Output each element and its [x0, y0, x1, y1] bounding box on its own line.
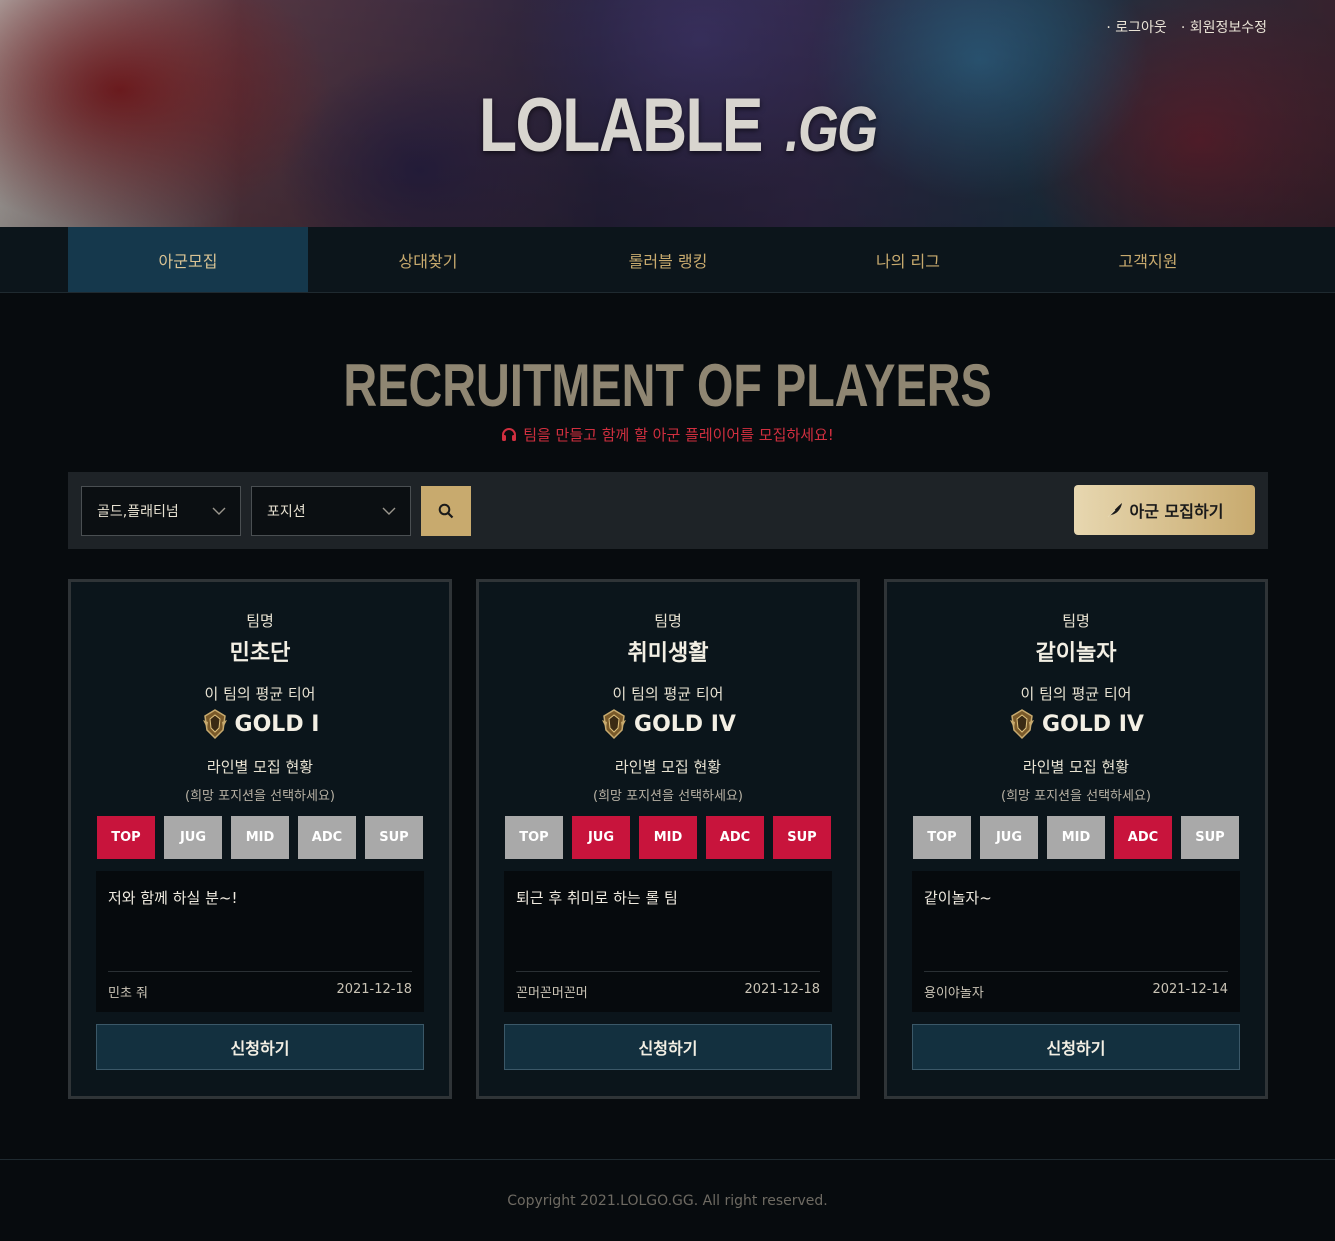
- message-footer: 꼰머꼰머꼰머 2021-12-18: [516, 971, 820, 1001]
- tier-display: GOLD I: [71, 708, 449, 740]
- gold-tier-emblem-icon: [1010, 709, 1035, 740]
- edit-profile-link[interactable]: 회원정보수정: [1181, 17, 1267, 37]
- position-jug-button[interactable]: JUG: [980, 816, 1038, 859]
- copyright-text: Copyright 2021.LOLGO.GG. All right reser…: [507, 1193, 828, 1209]
- nav-item-find-opponent[interactable]: 상대찾기: [308, 227, 548, 292]
- avg-tier-label: 이 팀의 평균 티어: [612, 685, 724, 703]
- gold-tier-emblem-icon: [602, 709, 627, 740]
- team-message: 같이놀자~: [924, 889, 992, 907]
- logo-suffix: .GG: [785, 93, 878, 165]
- lane-hint: (희망 포지션을 선택하세요): [1001, 789, 1151, 804]
- recruit-button[interactable]: 아군 모집하기: [1074, 485, 1255, 535]
- logout-link[interactable]: 로그아웃: [1106, 17, 1167, 37]
- nav-item-my-league[interactable]: 나의 리그: [788, 227, 1028, 292]
- site-logo[interactable]: LOLABLE .GG: [0, 82, 1335, 169]
- chevron-down-icon: [382, 507, 396, 515]
- position-adc-button[interactable]: ADC: [706, 816, 764, 859]
- post-date: 2021-12-18: [336, 982, 412, 997]
- search-button[interactable]: [421, 485, 471, 536]
- lane-hint: (희망 포지션을 선택하세요): [185, 789, 335, 804]
- position-adc-button[interactable]: ADC: [298, 816, 356, 859]
- team-card: 팀명 민초단 이 팀의 평균 티어 GOLD I 라인별 모집 현황 (희망 포…: [68, 579, 452, 1099]
- team-card-list: 팀명 민초단 이 팀의 평균 티어 GOLD I 라인별 모집 현황 (희망 포…: [68, 579, 1268, 1099]
- lane-status-label: 라인별 모집 현황: [1022, 758, 1130, 776]
- tier-display: GOLD IV: [887, 708, 1265, 740]
- tier-display: GOLD IV: [479, 708, 857, 740]
- position-top-button[interactable]: TOP: [505, 816, 563, 859]
- hero-banner: 로그아웃 회원정보수정 LOLABLE .GG: [0, 0, 1335, 227]
- position-mid-button[interactable]: MID: [639, 816, 697, 859]
- apply-button[interactable]: 신청하기: [96, 1024, 424, 1070]
- position-sup-button[interactable]: SUP: [365, 816, 423, 859]
- position-mid-button[interactable]: MID: [231, 816, 289, 859]
- message-box: 같이놀자~ 용이야놀자 2021-12-14: [912, 871, 1240, 1012]
- team-card: 팀명 취미생활 이 팀의 평균 티어 GOLD IV 라인별 모집 현황 (희망…: [476, 579, 860, 1099]
- chevron-down-icon: [212, 507, 226, 515]
- position-adc-button[interactable]: ADC: [1114, 816, 1172, 859]
- team-label: 팀명: [654, 612, 682, 630]
- message-box: 퇴근 후 취미로 하는 롤 팀 꼰머꼰머꼰머 2021-12-18: [504, 871, 832, 1012]
- tier-select-value: 골드,플래티넘: [97, 503, 179, 520]
- author-name: 민초 줘: [108, 986, 149, 1001]
- position-sup-button[interactable]: SUP: [773, 816, 831, 859]
- team-name: 취미생활: [627, 641, 709, 666]
- top-links: 로그아웃 회원정보수정: [1106, 17, 1267, 37]
- footer: Copyright 2021.LOLGO.GG. All right reser…: [0, 1159, 1335, 1241]
- position-sup-button[interactable]: SUP: [1181, 816, 1239, 859]
- nav-item-ranking[interactable]: 롤러블 랭킹: [548, 227, 788, 292]
- lane-status-label: 라인별 모집 현황: [206, 758, 314, 776]
- position-top-button[interactable]: TOP: [97, 816, 155, 859]
- message-box: 저와 함께 하실 분~! 민초 줘 2021-12-18: [96, 871, 424, 1012]
- author-name: 꼰머꼰머꼰머: [516, 986, 588, 1001]
- page-title: RECRUITMENT OF PLAYERS: [343, 352, 992, 419]
- position-select[interactable]: 포지션: [251, 485, 411, 536]
- page-subtitle: 팀을 만들고 함께 할 아군 플레이어를 모집하세요!: [0, 424, 1335, 445]
- avg-tier-label: 이 팀의 평균 티어: [1020, 685, 1132, 703]
- lane-hint: (희망 포지션을 선택하세요): [593, 789, 743, 804]
- nav-item-recruit[interactable]: 아군모집: [68, 227, 308, 292]
- team-label: 팀명: [246, 612, 274, 630]
- tier-text: GOLD I: [234, 711, 320, 737]
- position-buttons: TOP JUG MID ADC SUP: [71, 816, 449, 859]
- feather-icon: [1107, 503, 1122, 518]
- team-message: 퇴근 후 취미로 하는 롤 팀: [516, 889, 678, 907]
- team-card: 팀명 같이놀자 이 팀의 평균 티어 GOLD IV 라인별 모집 현황 (희망…: [884, 579, 1268, 1099]
- gold-tier-emblem-icon: [202, 709, 227, 740]
- subtitle-text: 팀을 만들고 함께 할 아군 플레이어를 모집하세요!: [523, 426, 834, 444]
- recruit-button-label: 아군 모집하기: [1129, 502, 1224, 521]
- tier-select[interactable]: 골드,플래티넘: [81, 485, 241, 536]
- logo-main: LOLABLE: [479, 83, 763, 168]
- position-jug-button[interactable]: JUG: [572, 816, 630, 859]
- message-footer: 용이야놀자 2021-12-14: [924, 971, 1228, 1001]
- filter-bar: 골드,플래티넘 포지션 아군 모집하기: [68, 472, 1268, 549]
- team-message: 저와 함께 하실 분~!: [108, 889, 238, 907]
- post-date: 2021-12-14: [1152, 982, 1228, 997]
- apply-button[interactable]: 신청하기: [504, 1024, 832, 1070]
- search-icon: [438, 503, 454, 518]
- headset-icon: [502, 427, 517, 441]
- message-footer: 민초 줘 2021-12-18: [108, 971, 412, 1001]
- position-jug-button[interactable]: JUG: [164, 816, 222, 859]
- position-top-button[interactable]: TOP: [913, 816, 971, 859]
- team-name: 같이놀자: [1035, 641, 1117, 666]
- tier-text: GOLD IV: [1042, 711, 1144, 737]
- position-buttons: TOP JUG MID ADC SUP: [887, 816, 1265, 859]
- team-name: 민초단: [229, 641, 291, 666]
- tier-text: GOLD IV: [634, 711, 736, 737]
- main-nav: 아군모집 상대찾기 롤러블 랭킹 나의 리그 고객지원: [0, 227, 1335, 293]
- post-date: 2021-12-18: [744, 982, 820, 997]
- nav-item-support[interactable]: 고객지원: [1028, 227, 1268, 292]
- apply-button[interactable]: 신청하기: [912, 1024, 1240, 1070]
- lane-status-label: 라인별 모집 현황: [614, 758, 722, 776]
- position-mid-button[interactable]: MID: [1047, 816, 1105, 859]
- author-name: 용이야놀자: [924, 986, 984, 1001]
- avg-tier-label: 이 팀의 평균 티어: [204, 685, 316, 703]
- team-label: 팀명: [1062, 612, 1090, 630]
- position-select-value: 포지션: [267, 503, 306, 520]
- position-buttons: TOP JUG MID ADC SUP: [479, 816, 857, 859]
